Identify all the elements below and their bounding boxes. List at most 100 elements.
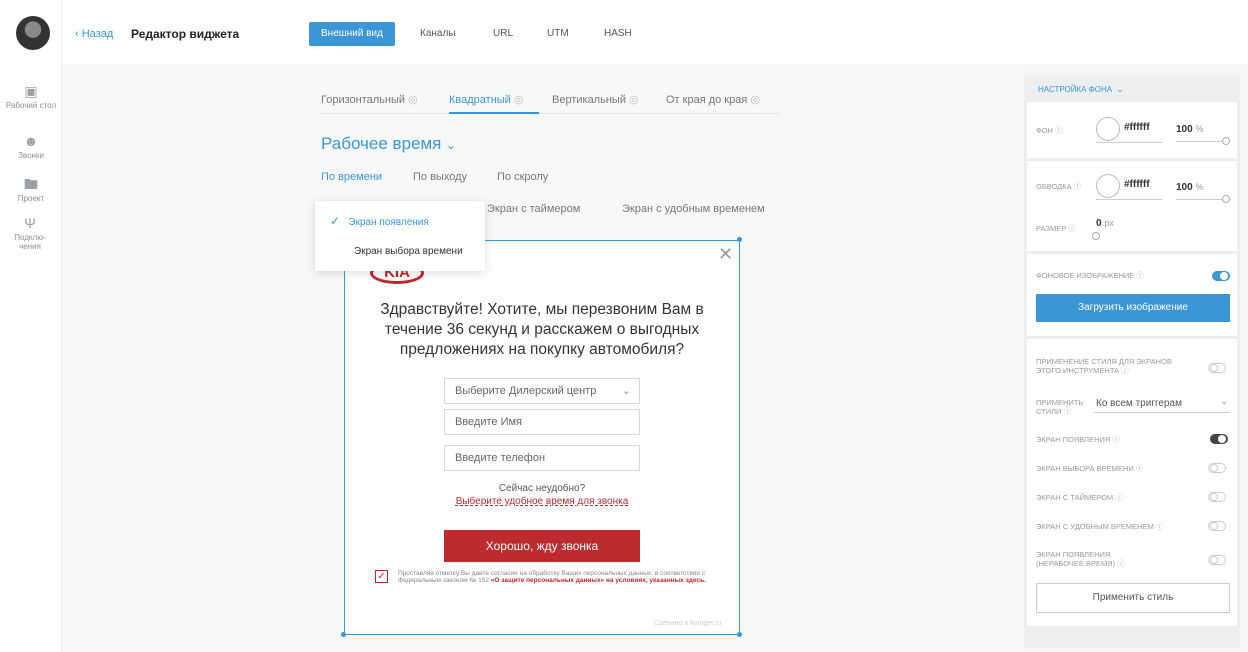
bg-image-label: ФОНОВОЕ ИЗОБРАЖЕНИЕ ⓘ xyxy=(1036,271,1144,280)
screen-toggle-0[interactable] xyxy=(1210,434,1228,444)
consent-law-link[interactable]: «О защите персональных данных» xyxy=(491,577,604,584)
size-value[interactable]: 0 px xyxy=(1096,218,1114,229)
dropdown-item-time[interactable]: Экран выбора времени xyxy=(354,246,463,257)
sidebar-item-project[interactable]: 🖿 Проект xyxy=(0,177,62,203)
apply-style-button[interactable]: Применить стиль xyxy=(1036,583,1230,613)
sidebar-item-label: Рабочий стол xyxy=(5,101,57,110)
help-icon: ◎ xyxy=(629,94,639,106)
format-tab-label: Квадратный xyxy=(449,94,511,106)
size-unit: px xyxy=(1104,218,1114,228)
screen-label-text: ЭКРАН С УДОБНЫМ ВРЕМЕНЕМ xyxy=(1036,522,1154,531)
help-icon: ⓘ xyxy=(1073,182,1082,191)
busy-text: Сейчас неудобно? xyxy=(498,483,586,494)
tabs-divider xyxy=(320,113,780,114)
laptop-icon: ▣ xyxy=(24,83,38,99)
screen-toggle-4[interactable] xyxy=(1208,555,1226,565)
dealer-placeholder: Выберите Дилерский центр xyxy=(455,385,597,397)
percent-sign: % xyxy=(1195,124,1204,134)
apply-styles-select[interactable]: Ко всем триггерам xyxy=(1096,398,1182,409)
apply-style-label-text: ПРИМЕНЕНИЕ СТИЛЯ ДЛЯ ЭКРАНОВ ЭТОГО ИНСТР… xyxy=(1036,357,1172,375)
apply-style-toggle[interactable] xyxy=(1208,363,1226,373)
check-icon: ✓ xyxy=(330,214,341,228)
tab-utm[interactable]: UTM xyxy=(535,22,581,46)
screen-label-2: ЭКРАН С ТАЙМЕРОМ ⓘ xyxy=(1036,493,1123,502)
bg-image-toggle[interactable] xyxy=(1212,271,1230,281)
screen-label-text: ЭКРАН ПОЯВЛЕНИЯ xyxy=(1036,435,1111,444)
size-label: РАЗМЕР ⓘ xyxy=(1036,224,1076,233)
bg-color-swatch[interactable] xyxy=(1096,117,1120,141)
border-opacity-slider[interactable] xyxy=(1176,199,1224,200)
chevron-down-icon[interactable]: ⌄ xyxy=(1220,396,1228,407)
format-tab-square[interactable]: Квадратный ◎ xyxy=(449,93,524,106)
screen-toggle-3[interactable] xyxy=(1208,521,1226,531)
border-card xyxy=(1027,161,1237,251)
screen-label-3: ЭКРАН С УДОБНЫМ ВРЕМЕНЕМ ⓘ xyxy=(1036,522,1163,531)
border-label: ОБВОДКА ⓘ xyxy=(1036,182,1081,191)
mode-selector[interactable]: Рабочее время ⌄ xyxy=(321,134,456,154)
screen-label-text: ЭКРАН С ТАЙМЕРОМ xyxy=(1036,493,1114,502)
sidebar-item-calls[interactable]: ☻ Звонки xyxy=(0,134,62,160)
size-slider-knob[interactable] xyxy=(1092,232,1100,240)
bg-opacity-value: 100 xyxy=(1176,124,1193,135)
bg-color-value[interactable]: #ffffff xyxy=(1124,122,1150,133)
tab-channels[interactable]: Каналы xyxy=(408,22,468,46)
tab-url[interactable]: URL xyxy=(481,22,525,46)
resize-handle[interactable] xyxy=(737,632,742,637)
screen-tab-timer[interactable]: Экран с таймером xyxy=(487,203,580,215)
resize-handle[interactable] xyxy=(341,632,346,637)
callback-button[interactable]: Хорошо, жду звонка xyxy=(444,530,640,562)
help-icon: ⓘ xyxy=(1055,126,1063,135)
close-icon[interactable]: ✕ xyxy=(718,244,733,265)
chevron-down-icon: ⌄ xyxy=(621,385,631,397)
phone-input[interactable]: Введите телефон xyxy=(444,445,640,471)
select-underline xyxy=(1094,412,1230,413)
subtab-by-time[interactable]: По времени xyxy=(321,171,382,183)
border-color-swatch[interactable] xyxy=(1096,174,1120,198)
made-by[interactable]: Сделано в komget.ru xyxy=(654,620,721,627)
format-tab-edge[interactable]: От края до края ◎ xyxy=(666,93,760,106)
tab-hash[interactable]: HASH xyxy=(592,22,644,46)
border-color-value[interactable]: #ffffff xyxy=(1124,179,1150,190)
back-label: Назад xyxy=(81,28,114,40)
format-tab-horizontal[interactable]: Горизонтальный ◎ xyxy=(321,93,418,106)
dropdown-item-appearance[interactable]: ✓ Экран появления xyxy=(330,214,429,228)
bg-opacity[interactable]: 100 % xyxy=(1176,124,1203,135)
screen-toggle-2[interactable] xyxy=(1208,492,1226,502)
help-icon: ⓘ xyxy=(1135,464,1144,473)
format-tab-label: От края до края xyxy=(666,94,748,106)
slider-knob[interactable] xyxy=(1222,195,1230,203)
chevron-down-icon: ⌄ xyxy=(1116,85,1124,94)
screen-dropdown xyxy=(315,201,485,271)
upload-image-button[interactable]: Загрузить изображение xyxy=(1036,294,1230,322)
help-icon: ◎ xyxy=(408,94,418,106)
help-icon: ⓘ xyxy=(1063,407,1072,416)
subtab-by-scroll[interactable]: По скролу xyxy=(497,171,548,183)
subtab-by-exit[interactable]: По выходу xyxy=(413,171,467,183)
help-icon: ⓘ xyxy=(1112,435,1120,444)
tab-appearance[interactable]: Внешний вид xyxy=(309,22,395,46)
user-icon: ☻ xyxy=(23,133,39,149)
slider-knob[interactable] xyxy=(1222,137,1230,145)
format-tab-vertical[interactable]: Вертикальный ◎ xyxy=(552,93,639,106)
mode-title: Рабочее время xyxy=(321,134,442,153)
settings-section-toggle[interactable]: НАСТРОЙКА ФОНА ⌄ xyxy=(1038,85,1123,94)
percent-sign: % xyxy=(1195,182,1204,192)
sidebar-item-connections[interactable]: Ψ Подклю-чения xyxy=(0,216,60,251)
help-icon: ⓘ xyxy=(1136,271,1144,280)
screen-tab-convenient[interactable]: Экран с удобным временем xyxy=(622,203,765,215)
back-link[interactable]: ‹ Назад xyxy=(75,28,113,40)
name-input[interactable]: Введите Имя xyxy=(444,409,640,435)
apply-styles-label: ПРИМЕНИТЬ СТИЛИ ⓘ xyxy=(1036,398,1086,416)
help-icon: ⓘ xyxy=(1117,559,1125,568)
pick-time-link[interactable]: Выберите удобное время для звонка xyxy=(444,496,640,507)
avatar[interactable] xyxy=(16,16,50,50)
screen-toggle-1[interactable] xyxy=(1208,463,1226,473)
resize-handle[interactable] xyxy=(737,237,742,242)
sidebar-item-desktop[interactable]: ▣ Рабочий стол xyxy=(0,84,62,110)
screen-label-text: ЭКРАН ПОЯВЛЕНИЯ (НЕРАБОЧЕЕ ВРЕМЯ) xyxy=(1036,550,1116,568)
consent-checkbox[interactable]: ✓ xyxy=(375,570,388,583)
bg-opacity-slider[interactable] xyxy=(1176,141,1224,142)
consent-terms-link[interactable]: на условиях, указанных здесь. xyxy=(606,577,706,584)
border-opacity[interactable]: 100 % xyxy=(1176,182,1203,193)
dealer-select[interactable]: Выберите Дилерский центр ⌄ xyxy=(444,378,640,404)
